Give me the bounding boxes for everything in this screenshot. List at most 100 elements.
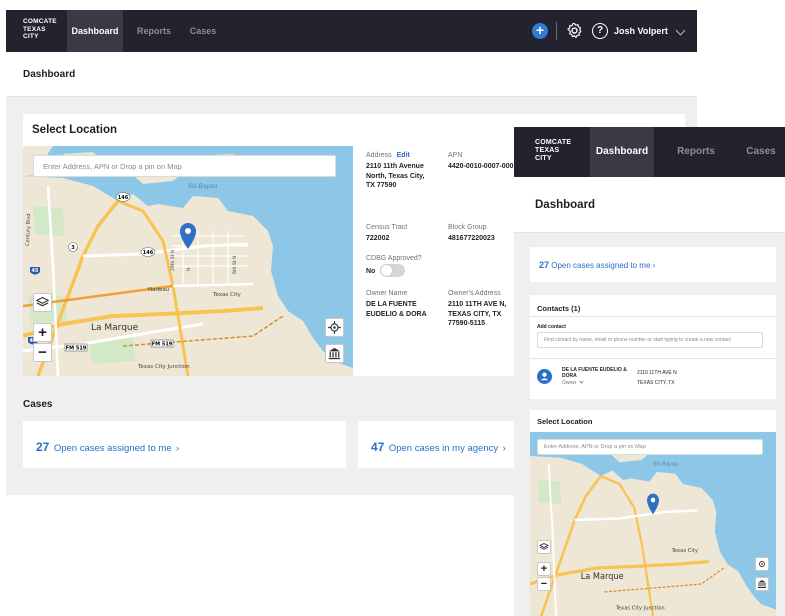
chevron-right-icon: › bbox=[176, 443, 180, 454]
mobile-brand-line-1: COMCATE bbox=[535, 139, 572, 146]
block-group-label: Block Group bbox=[448, 224, 487, 231]
mobile-brand-line-3: CITY bbox=[535, 155, 552, 162]
contact-avatar-icon bbox=[537, 369, 552, 384]
mobile-contacts-card: Contacts (1) Add contact Find contact by… bbox=[530, 295, 776, 399]
mobile-map-label-la-marque: La Marque bbox=[581, 572, 624, 582]
user-name[interactable]: Josh Volpert bbox=[614, 10, 668, 52]
mobile-nav-cases[interactable]: Cases bbox=[736, 127, 785, 177]
add-contact-input[interactable]: Find contact by name, email or phone num… bbox=[537, 332, 763, 348]
block-group-value: 481677220023 bbox=[448, 235, 495, 242]
cdbg-label: CDBG Approved? bbox=[366, 255, 422, 262]
owner-name-value: DE LA FUENTE EUDELIO & DORA bbox=[366, 301, 427, 318]
map-label-6th-st: 6th St N bbox=[232, 256, 238, 274]
contact-role-text: Owner bbox=[562, 380, 577, 386]
address-label: Address Edit bbox=[366, 152, 410, 159]
map-label-nadeau: Nadeau bbox=[148, 287, 169, 293]
address-label-text: Address bbox=[366, 152, 392, 159]
chevron-down-icon bbox=[579, 379, 584, 384]
apn-value: 4420-0010-0007-000 bbox=[448, 163, 514, 170]
help-circle-icon[interactable]: ? bbox=[592, 23, 608, 39]
contacts-title: Contacts (1) bbox=[537, 304, 581, 313]
nav-cases[interactable]: Cases bbox=[184, 10, 222, 52]
mobile-page-header: Dashboard bbox=[514, 177, 785, 233]
mobile-brand-line-2: TEXAS bbox=[535, 147, 560, 154]
owner-name-label: Owner Name bbox=[366, 290, 408, 297]
farm-road-shield: FM 519 bbox=[152, 342, 173, 348]
mobile-zoom-out-button[interactable]: − bbox=[537, 577, 551, 591]
mobile-layers-icon[interactable] bbox=[537, 540, 551, 554]
map-label-sis-bayou: Sis Bayou bbox=[188, 183, 218, 190]
zoom-out-button[interactable]: − bbox=[33, 343, 52, 362]
farm-road-shield-b: FM 519 bbox=[66, 346, 87, 352]
chevron-right-icon: › bbox=[502, 443, 506, 454]
owner-address-value: 2110 11TH AVE N, TEXAS CITY, TX 77590-51… bbox=[448, 301, 507, 327]
cases-section-title: Cases bbox=[23, 399, 53, 410]
add-contact-label: Add contact bbox=[537, 324, 566, 330]
mobile-assigned-count: 27 bbox=[539, 260, 550, 270]
brand-line-1: COMCATE bbox=[23, 18, 57, 25]
mobile-crosshair-icon[interactable] bbox=[755, 557, 769, 571]
agency-count: 47 bbox=[371, 440, 385, 454]
mobile-assigned-label: Open cases assigned to me bbox=[551, 261, 651, 270]
apn-label: APN bbox=[448, 152, 463, 159]
mobile-brand-logo[interactable]: COMCATE TEXAS CITY bbox=[535, 139, 571, 163]
divider bbox=[530, 358, 776, 359]
mobile-map-graphic[interactable]: Sis Bayou La Marque Texas City Texas Cit… bbox=[530, 432, 776, 616]
census-tract-value: 722002 bbox=[366, 235, 390, 242]
mobile-address-search-input[interactable]: Enter Address, APN or Drop a pin on Map bbox=[537, 439, 763, 455]
mobile-building-icon[interactable] bbox=[755, 577, 769, 591]
mobile-nav-dashboard[interactable]: Dashboard bbox=[590, 127, 654, 177]
zoom-in-button[interactable]: + bbox=[33, 323, 52, 342]
agency-label: Open cases in my agency bbox=[388, 443, 499, 454]
nav-reports[interactable]: Reports bbox=[130, 10, 178, 52]
mobile-select-location-card: Select Location Sis Bayou La Marque Texa… bbox=[530, 410, 776, 616]
page-title: Dashboard bbox=[23, 69, 76, 80]
map-label-29th-st: 29th St N bbox=[170, 250, 176, 271]
map[interactable]: 146 146 3 45 45 FM 519 FM 519 Sis Bay bbox=[23, 146, 353, 376]
map-label-la-marque: La Marque bbox=[91, 323, 139, 333]
select-location-title: Select Location bbox=[32, 124, 117, 136]
mobile-top-navigation-bar: COMCATE TEXAS CITY Dashboard Reports Cas… bbox=[514, 127, 785, 177]
contact-address-line-2: TEXAS CITY, TX bbox=[637, 380, 675, 386]
edit-address-link[interactable]: Edit bbox=[397, 152, 410, 159]
crosshair-icon[interactable] bbox=[325, 318, 344, 337]
divider bbox=[556, 22, 557, 40]
mobile-page-title: Dashboard bbox=[535, 199, 596, 211]
map-label-century-blvd: Century Blvd bbox=[25, 213, 32, 246]
building-icon[interactable] bbox=[325, 344, 344, 363]
map-graphic[interactable]: 146 146 3 45 45 FM 519 FM 519 Sis Bay bbox=[23, 146, 353, 376]
address-search-input[interactable]: Enter Address, APN or Drop a pin on Map bbox=[33, 155, 336, 177]
mobile-screen: COMCATE TEXAS CITY Dashboard Reports Cas… bbox=[514, 127, 785, 616]
mobile-cases-assigned-card[interactable]: 27 Open cases assigned to me › bbox=[530, 247, 776, 282]
contact-address: 2110 11TH AVE N TEXAS CITY, TX bbox=[637, 368, 677, 388]
chevron-down-icon[interactable] bbox=[675, 25, 686, 36]
assigned-count: 27 bbox=[36, 440, 50, 454]
cases-assigned-card[interactable]: 27 Open cases assigned to me › bbox=[23, 421, 346, 468]
mobile-map-label-texas-city: Texas City bbox=[671, 548, 699, 554]
mobile-map[interactable]: Sis Bayou La Marque Texas City Texas Cit… bbox=[530, 432, 776, 616]
brand-logo[interactable]: COMCATE TEXAS CITY bbox=[23, 18, 57, 41]
mobile-nav-reports[interactable]: Reports bbox=[664, 127, 728, 177]
contact-role[interactable]: Owner bbox=[562, 379, 584, 386]
layers-icon[interactable] bbox=[33, 293, 52, 312]
highway-shield-146: 146 bbox=[118, 195, 129, 201]
address-value: 2110 11th Avenue North, Texas City, TX 7… bbox=[366, 163, 425, 189]
brand-line-3: CITY bbox=[23, 33, 39, 41]
plus-circle-icon[interactable]: + bbox=[532, 23, 548, 39]
contact-address-line-1: 2110 11TH AVE N bbox=[637, 370, 677, 376]
divider bbox=[530, 316, 776, 317]
highway-shield-146b: 146 bbox=[143, 250, 154, 256]
cdbg-toggle[interactable] bbox=[380, 264, 405, 277]
gear-icon[interactable] bbox=[566, 22, 583, 39]
page-header: Dashboard bbox=[6, 52, 697, 97]
mobile-map-label-texas-city-junction: Texas City Junction bbox=[615, 605, 665, 611]
census-tract-label: Census Tract bbox=[366, 224, 408, 231]
highway-shield-3: 3 bbox=[71, 245, 75, 251]
chevron-right-icon: › bbox=[652, 261, 656, 270]
cdbg-value: No bbox=[366, 268, 376, 275]
map-label-texas-city: Texas City bbox=[212, 292, 241, 298]
mobile-zoom-in-button[interactable]: + bbox=[537, 562, 551, 576]
contact-name[interactable]: DE LA FUENTE EUDELIO & DORA bbox=[562, 367, 632, 379]
nav-dashboard[interactable]: Dashboard bbox=[67, 10, 123, 52]
top-navigation-bar: COMCATE TEXAS CITY Dashboard Reports Cas… bbox=[6, 10, 697, 52]
